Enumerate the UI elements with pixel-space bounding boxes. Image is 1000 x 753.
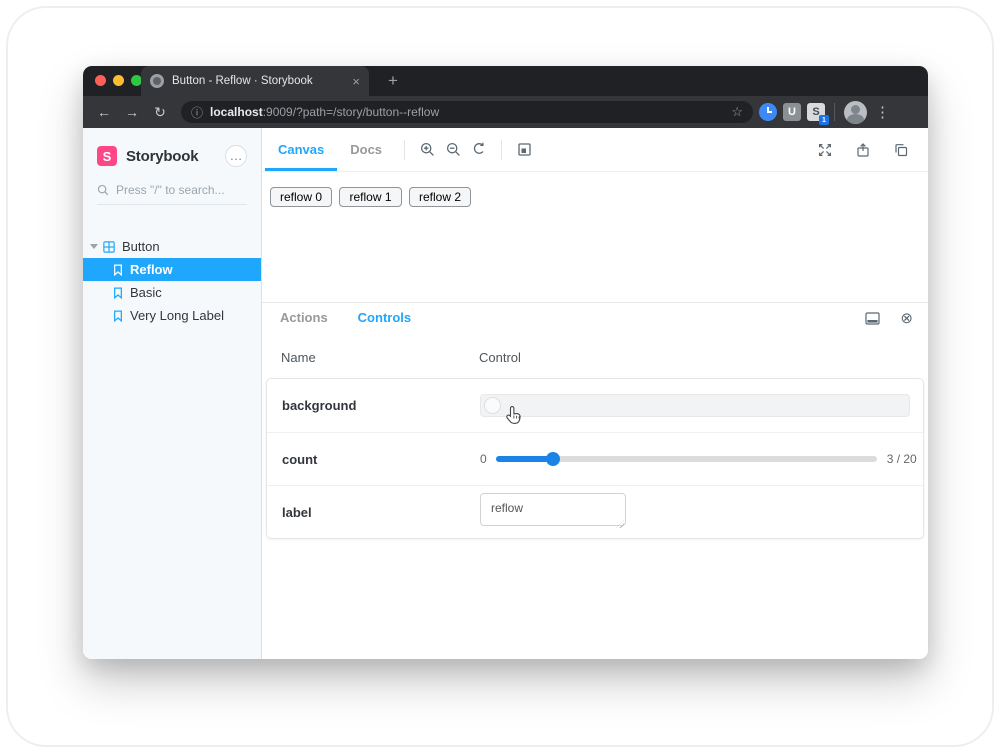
sidebar-item-button[interactable]: Button — [83, 235, 261, 258]
fullscreen-icon[interactable] — [812, 137, 838, 163]
chevron-down-icon[interactable] — [90, 244, 98, 249]
tab-actions[interactable]: Actions — [265, 303, 343, 335]
story-canvas: reflow 0 reflow 1 reflow 2 — [262, 172, 928, 302]
zoom-out-icon[interactable] — [440, 137, 466, 163]
bookmark-icon — [113, 310, 123, 322]
new-tab-button[interactable]: + — [381, 69, 405, 93]
search-icon — [97, 184, 109, 196]
browser-menu-icon[interactable]: ⋮ — [873, 103, 892, 121]
share-icon[interactable] — [850, 137, 876, 163]
sidebar-item-very-long-label[interactable]: Very Long Label — [83, 304, 261, 327]
storybook-app: S Storybook … — [83, 128, 928, 659]
tab-canvas[interactable]: Canvas — [265, 128, 337, 171]
sidebar-item-basic[interactable]: Basic — [83, 281, 261, 304]
story-label: Basic — [130, 285, 162, 300]
zoom-in-icon[interactable] — [414, 137, 440, 163]
toolbar-divider — [404, 140, 405, 160]
tab-title: Button - Reflow · Storybook — [172, 75, 346, 87]
sidebar-search[interactable] — [97, 183, 247, 205]
column-header-name: Name — [281, 350, 479, 365]
story-button-reflow-0[interactable]: reflow 0 — [270, 187, 332, 207]
bookmark-icon — [113, 264, 123, 276]
extension-u-icon[interactable]: U — [783, 103, 801, 121]
table-row: label reflow — [267, 485, 923, 538]
reload-button[interactable]: ↻ — [149, 101, 171, 123]
tab-docs[interactable]: Docs — [337, 128, 395, 171]
zoom-reset-icon[interactable] — [466, 137, 492, 163]
count-slider-thumb[interactable] — [546, 452, 560, 466]
toolbar-divider — [501, 140, 502, 160]
toolbar-divider — [834, 103, 835, 121]
range-min-label: 0 — [480, 452, 487, 466]
extension-clock-icon[interactable] — [759, 103, 777, 121]
sidebar-menu-button[interactable]: … — [225, 145, 247, 167]
arg-name-background: background — [282, 398, 480, 413]
minimize-window-button[interactable] — [113, 75, 124, 86]
browser-window: Button - Reflow · Storybook × + ← → ↻ ⓘ … — [83, 66, 928, 659]
sidebar: S Storybook … — [83, 128, 262, 659]
panel-position-icon[interactable] — [859, 306, 885, 332]
story-label: Very Long Label — [130, 308, 224, 323]
arg-name-count: count — [282, 452, 480, 467]
background-toggle-icon[interactable] — [511, 137, 537, 163]
component-icon — [103, 241, 115, 253]
site-info-icon[interactable]: ⓘ — [191, 104, 203, 121]
browser-toolbar: ← → ↻ ⓘ localhost :9009/?path=/story/but… — [83, 96, 928, 128]
preview-area: Canvas Docs — [262, 128, 928, 659]
url-host: localhost — [210, 105, 263, 119]
table-row: background — [267, 379, 923, 432]
story-label: Reflow — [130, 262, 173, 277]
sidebar-item-reflow[interactable]: Reflow — [83, 258, 261, 281]
panel-close-icon[interactable]: ⊗ — [900, 311, 913, 326]
browser-tabstrip: Button - Reflow · Storybook × + — [83, 66, 928, 96]
background-color-control[interactable] — [480, 394, 910, 417]
back-button[interactable]: ← — [93, 101, 115, 123]
bookmark-icon — [113, 287, 123, 299]
address-bar[interactable]: ⓘ localhost :9009/?path=/story/button--r… — [181, 101, 753, 123]
color-swatch[interactable] — [484, 397, 501, 414]
story-tree: Button Reflow Basi — [83, 235, 261, 327]
story-button-reflow-2[interactable]: reflow 2 — [409, 187, 471, 207]
close-window-button[interactable] — [95, 75, 106, 86]
brand-title: Storybook — [126, 148, 198, 165]
story-button-reflow-1[interactable]: reflow 1 — [339, 187, 401, 207]
browser-tab[interactable]: Button - Reflow · Storybook × — [141, 66, 369, 96]
storybook-favicon-icon — [150, 74, 164, 88]
extension-s-icon[interactable]: S 1 — [807, 103, 825, 121]
profile-avatar[interactable] — [844, 101, 867, 124]
controls-table: background count 0 — [266, 378, 924, 539]
bookmark-star-icon[interactable]: ☆ — [731, 104, 743, 120]
copy-link-icon[interactable] — [888, 137, 914, 163]
count-range-control: 0 3 / 20 — [480, 452, 923, 466]
extension-badge: 1 — [819, 115, 829, 125]
count-slider[interactable] — [496, 456, 877, 462]
traffic-lights — [95, 75, 142, 86]
arg-name-label: label — [282, 505, 480, 520]
storybook-logo-icon: S — [97, 146, 117, 166]
count-slider-fill — [496, 456, 553, 462]
controls-panel: Name Control background count 0 — [262, 334, 928, 659]
component-label: Button — [122, 239, 160, 254]
label-text-control[interactable]: reflow — [480, 493, 626, 526]
table-row: count 0 3 / 20 — [267, 432, 923, 485]
column-header-control: Control — [479, 350, 924, 365]
range-value-label: 3 / 20 — [887, 452, 917, 466]
url-path: :9009/?path=/story/button--reflow — [263, 105, 726, 119]
tab-close-icon[interactable]: × — [352, 74, 360, 89]
forward-button[interactable]: → — [121, 101, 143, 123]
canvas-toolbar: Canvas Docs — [262, 128, 928, 172]
search-input[interactable] — [116, 183, 236, 197]
addons-tabbar: Actions Controls ⊗ — [262, 302, 928, 334]
tab-controls[interactable]: Controls — [343, 303, 426, 335]
